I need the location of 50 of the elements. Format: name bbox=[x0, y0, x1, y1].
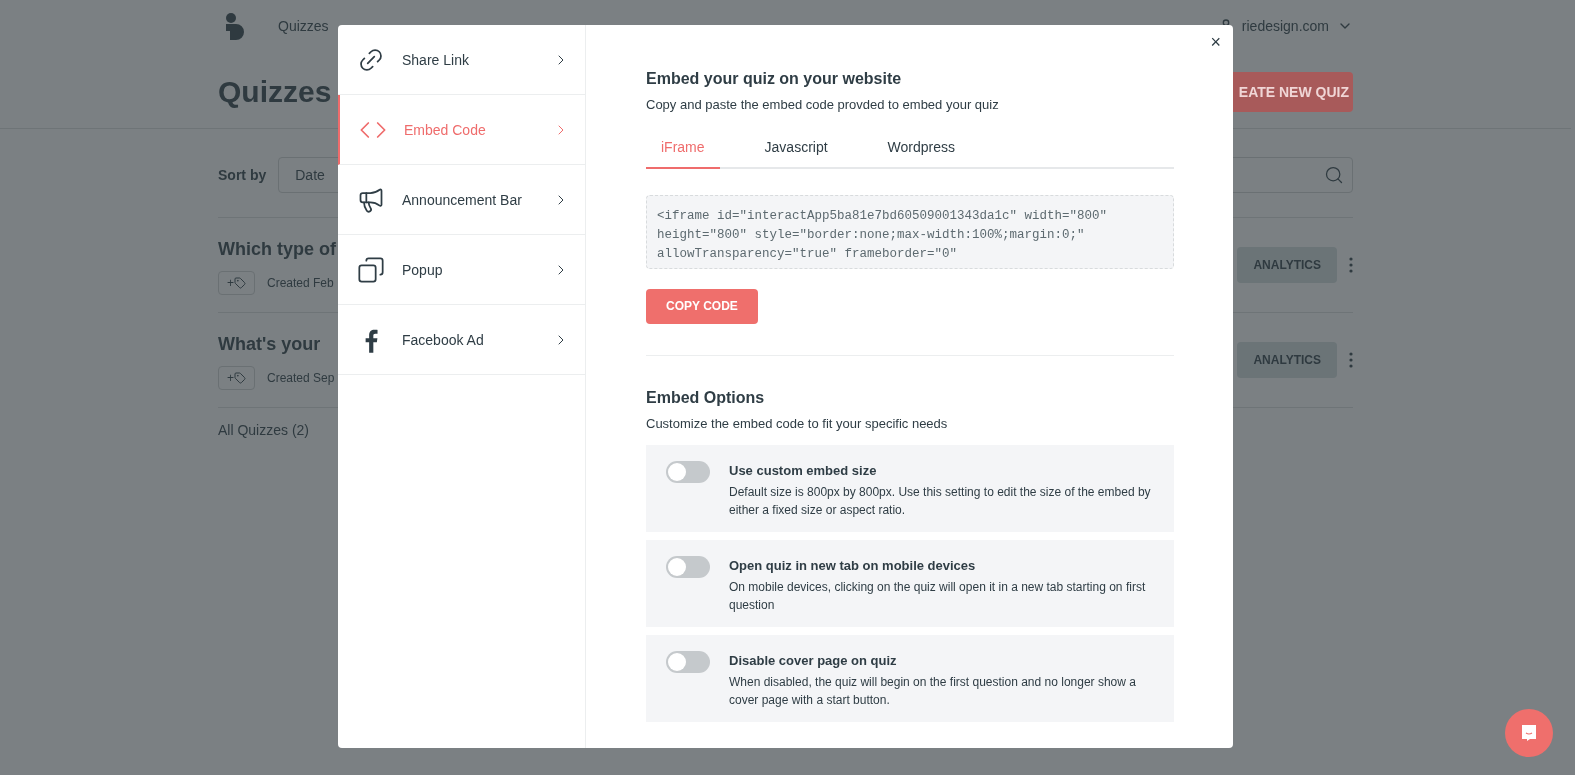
analytics-button[interactable]: ANALYTICS bbox=[1237, 247, 1337, 283]
quiz-title[interactable]: What's your bbox=[218, 330, 335, 358]
sort-label: Sort by bbox=[218, 166, 267, 185]
copy-code-button[interactable]: COPY CODE bbox=[646, 288, 758, 324]
option-title: Disable cover page on quiz bbox=[729, 652, 898, 670]
options-subheading: Customize the embed code to fit your specific needs bbox=[646, 414, 949, 433]
share-menu-item[interactable]: Announcement Bar bbox=[338, 165, 585, 235]
close-button[interactable]: × bbox=[1210, 33, 1221, 51]
share-menu-item[interactable]: Facebook Ad bbox=[338, 305, 585, 375]
popup-icon bbox=[357, 255, 385, 284]
toggle-switch[interactable] bbox=[666, 461, 710, 483]
toggle-switch[interactable] bbox=[666, 556, 710, 578]
options-heading: Embed Options bbox=[646, 387, 766, 408]
toggle-switch[interactable] bbox=[666, 651, 710, 673]
menu-label: Popup bbox=[402, 260, 444, 280]
embed-tab[interactable]: Javascript bbox=[749, 126, 843, 169]
created-date: Created Feb bbox=[267, 275, 334, 291]
quiz-title[interactable]: Which type of bbox=[218, 235, 336, 263]
page-title: Quizzes bbox=[218, 74, 332, 110]
embed-heading: Embed your quiz on your website bbox=[646, 69, 903, 89]
option-description: When disabled, the quiz will begin on the first question and no longer show a cover page with a start button. bbox=[729, 673, 1137, 709]
embed-code-box: <iframe id="interactApp5ba81e7bd60509001343da1c" width="800" height="800" style="border:none;max-width:100%;margin:0;" allowTransparency="true" frameborder="0" bbox=[646, 194, 1174, 269]
embed-tab[interactable]: iFrame bbox=[646, 126, 720, 169]
menu-label: Announcement Bar bbox=[402, 190, 523, 210]
option-description: On mobile devices, clicking on the quiz will open it in a new tab starting on first question bbox=[729, 578, 1147, 614]
tag-icon bbox=[234, 277, 246, 289]
chat-button[interactable] bbox=[1505, 709, 1553, 757]
analytics-button[interactable]: ANALYTICS bbox=[1237, 342, 1337, 378]
share-menu-item[interactable]: Share Link bbox=[338, 25, 585, 95]
share-menu-item[interactable]: Popup bbox=[338, 235, 585, 305]
option-title: Open quiz in new tab on mobile devices bbox=[729, 557, 977, 575]
search-icon bbox=[1324, 165, 1344, 185]
option-description: Default size is 800px by 800px. Use this setting to edit the size of the embed by either a fixed size or aspect ratio. bbox=[729, 483, 1152, 519]
embed-tab[interactable]: Wordpress bbox=[872, 126, 971, 169]
nav-link[interactable]: Quizzes bbox=[278, 16, 329, 36]
quiz-count: All Quizzes (2) bbox=[218, 421, 310, 440]
tag-icon bbox=[234, 372, 246, 384]
more-icon[interactable] bbox=[1349, 352, 1353, 368]
menu-label: Share Link bbox=[402, 50, 470, 70]
created-date: Created Sep bbox=[267, 370, 335, 386]
add-tag-button[interactable]: + bbox=[218, 366, 255, 390]
menu-label: Facebook Ad bbox=[402, 330, 485, 350]
chat-icon bbox=[1519, 723, 1539, 743]
share-menu-item[interactable]: Embed Code bbox=[338, 95, 585, 165]
embed-subheading: Copy and paste the embed code provded to embed your quiz bbox=[646, 96, 1000, 114]
account-email[interactable]: riedesign.com bbox=[1241, 16, 1329, 36]
more-icon[interactable] bbox=[1349, 257, 1353, 273]
menu-label: Embed Code bbox=[404, 120, 487, 140]
add-tag-button[interactable]: + bbox=[218, 271, 255, 295]
option-title: Use custom embed size bbox=[729, 462, 878, 480]
